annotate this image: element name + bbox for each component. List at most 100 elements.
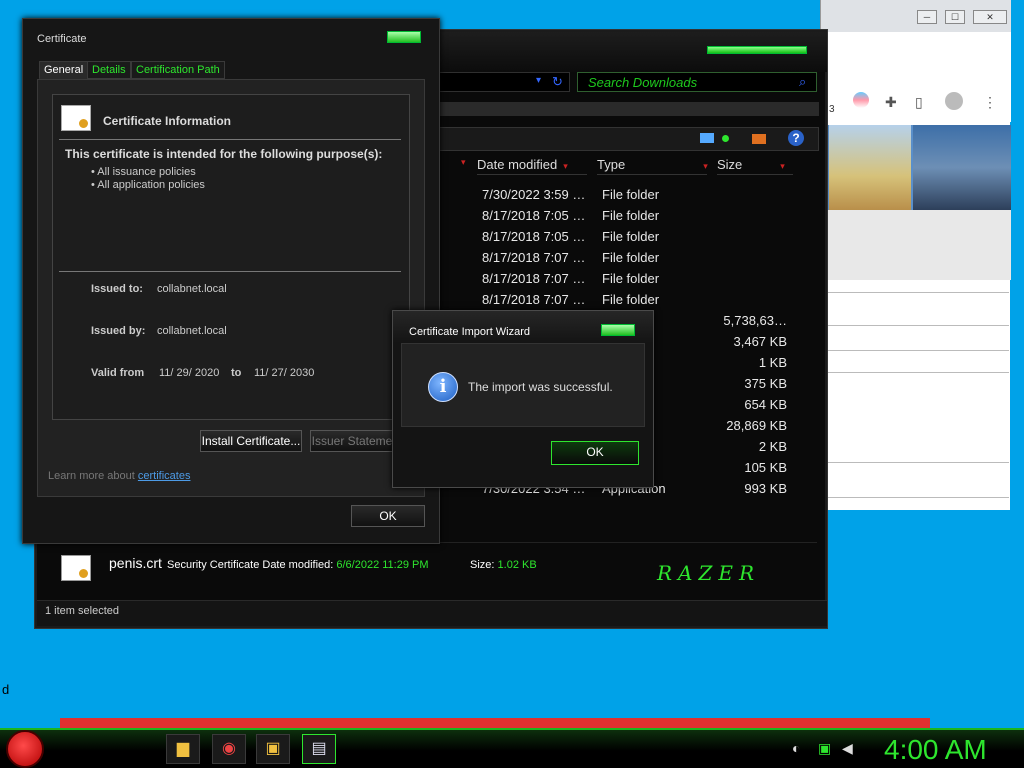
column-size-label: Size <box>717 157 743 172</box>
list-item[interactable]: 8/17/2018 7:05 … File folder <box>477 208 817 229</box>
close-button[interactable]: ✕ <box>973 10 1007 24</box>
date-value: 6/6/2022 11:29 PM <box>336 559 429 571</box>
search-input[interactable]: Search Downloads <box>577 72 817 92</box>
issuer-statement-button[interactable]: Issuer Statement <box>310 430 404 452</box>
puzzle-icon[interactable]: ✚ <box>885 94 897 111</box>
view-toolbar: ? <box>437 127 819 151</box>
file-explorer-taskbar-button[interactable]: ▆ <box>166 734 200 764</box>
divider <box>821 497 1009 498</box>
column-type[interactable]: Type ▾ <box>597 157 708 175</box>
general-panel: Certificate Information This certificate… <box>37 79 425 497</box>
game-image[interactable] <box>829 125 911 210</box>
valid-from-label: Valid from <box>91 367 145 379</box>
list-item[interactable]: 7/30/2022 3:59 … File folder <box>477 187 817 208</box>
certificate-taskbar-button[interactable]: ▣ <box>256 734 290 764</box>
avatar[interactable] <box>945 92 963 110</box>
menu-icon[interactable]: ⋮ <box>983 94 997 111</box>
chrome-taskbar-button[interactable]: ◉ <box>212 734 246 764</box>
window-controls[interactable] <box>707 46 807 54</box>
wizard-body: i The import was successful. <box>401 343 645 427</box>
date-cell: 8/17/2018 7:05 … <box>482 229 586 244</box>
type-cell: File folder <box>602 187 660 202</box>
list-item[interactable]: 8/17/2018 7:05 … File folder <box>477 229 817 250</box>
size-cell: 993 KB <box>744 481 787 496</box>
document-taskbar-button[interactable]: ▤ <box>302 734 336 764</box>
column-type-label: Type <box>597 157 626 172</box>
search-icon[interactable]: ⌕ <box>799 74 806 90</box>
date-cell: 8/17/2018 7:05 … <box>482 208 586 223</box>
size-cell: 5,738,63… <box>723 313 787 328</box>
maximize-button[interactable]: ☐ <box>945 10 965 24</box>
command-bar <box>437 102 819 116</box>
start-button[interactable] <box>6 730 44 768</box>
layout-icon[interactable] <box>752 134 766 144</box>
learn-more-text: Learn more about <box>48 470 135 482</box>
date-cell: 7/30/2022 3:59 … <box>482 187 586 202</box>
chrome-toolbar: 3 ✚ ▯ ⋮ <box>821 32 1011 122</box>
wizard-title: Certificate Import Wizard <box>409 326 531 338</box>
divider <box>59 139 401 140</box>
battery-icon[interactable]: ▣ <box>818 740 831 757</box>
issued-by-value: collabnet.local <box>157 325 227 337</box>
tab-certification-path[interactable]: Certification Path <box>131 61 225 79</box>
learn-more: Learn more about certificates <box>48 470 190 482</box>
column-arrow-icon[interactable]: ▾ <box>461 157 466 168</box>
size-cell: 375 KB <box>744 376 787 391</box>
minimize-button[interactable]: ─ <box>917 10 937 24</box>
desktop-text: d <box>2 682 10 697</box>
network-icon[interactable]: ◐ <box>792 740 800 756</box>
size-cell: 2 KB <box>758 439 787 454</box>
ok-button[interactable]: OK <box>551 441 639 465</box>
certificate-dialog[interactable]: Certificate General Details Certificatio… <box>22 18 440 544</box>
issued-to-value: collabnet.local <box>157 283 227 295</box>
sidepanel-icon[interactable]: ▯ <box>915 94 923 111</box>
help-icon[interactable]: ? <box>788 130 804 146</box>
address-bar[interactable]: ▾ ↻ <box>437 72 570 92</box>
import-wizard-dialog[interactable]: Certificate Import Wizard i The import w… <box>392 310 654 488</box>
chevron-down-icon[interactable]: ▾ <box>536 75 541 86</box>
profile-extension-icon[interactable] <box>853 92 869 108</box>
refresh-icon[interactable]: ↻ <box>552 74 563 90</box>
list-item[interactable]: 8/17/2018 7:07 … File folder <box>477 250 817 271</box>
valid-to-label: to <box>231 367 242 379</box>
sort-arrow-icon[interactable]: ▾ <box>780 161 785 171</box>
preview-pane-icon[interactable] <box>700 133 714 143</box>
size-label: Size: <box>470 559 495 571</box>
document-icon: ▤ <box>311 740 327 757</box>
certificates-link[interactable]: certificates <box>138 470 191 482</box>
size-cell: 654 KB <box>744 397 787 412</box>
divider <box>821 462 1009 463</box>
chrome-icon: ◉ <box>222 740 236 757</box>
certificate-icon <box>61 105 91 131</box>
razer-logo: RAZER <box>657 561 761 585</box>
column-date-label: Date modified <box>477 157 558 172</box>
type-cell: File folder <box>602 271 660 286</box>
wizard-message: The import was successful. <box>468 380 613 394</box>
close-button[interactable] <box>601 324 635 336</box>
volume-icon[interactable]: ◀ <box>842 740 853 757</box>
tab-general[interactable]: General <box>39 61 89 79</box>
sort-arrow-icon[interactable]: ▾ <box>563 161 568 171</box>
sort-arrow-icon[interactable]: ▾ <box>703 161 708 171</box>
ok-button[interactable]: OK <box>351 505 425 527</box>
file-meta: Security Certificate Date modified: 6/6/… <box>167 559 429 571</box>
size-value: 1.02 KB <box>497 559 537 571</box>
type-cell: File folder <box>602 250 660 265</box>
column-size[interactable]: Size ▾ <box>717 157 793 175</box>
divider <box>821 325 1009 326</box>
clock[interactable]: 4:00 AM <box>884 734 987 766</box>
size-cell: 1 KB <box>758 355 787 370</box>
list-item[interactable]: 8/17/2018 7:07 … File folder <box>477 271 817 292</box>
install-certificate-button[interactable]: Install Certificate... <box>200 430 302 452</box>
tab-details[interactable]: Details <box>87 61 131 79</box>
info-heading: Certificate Information <box>103 114 232 128</box>
close-button[interactable] <box>387 31 421 43</box>
game-image[interactable] <box>913 125 1011 210</box>
desktop-strip <box>60 718 930 728</box>
status-dot-icon <box>722 135 729 142</box>
divider <box>59 271 401 272</box>
column-date[interactable]: Date modified ▾ <box>477 157 587 175</box>
chrome-window[interactable]: ─ ☐ ✕ ⌄ 3 ✚ ▯ ⋮ <box>820 0 1011 510</box>
purpose-heading: This certificate is intended for the fol… <box>65 147 383 161</box>
valid-to-value: 11/ 27/ 2030 <box>254 367 315 379</box>
